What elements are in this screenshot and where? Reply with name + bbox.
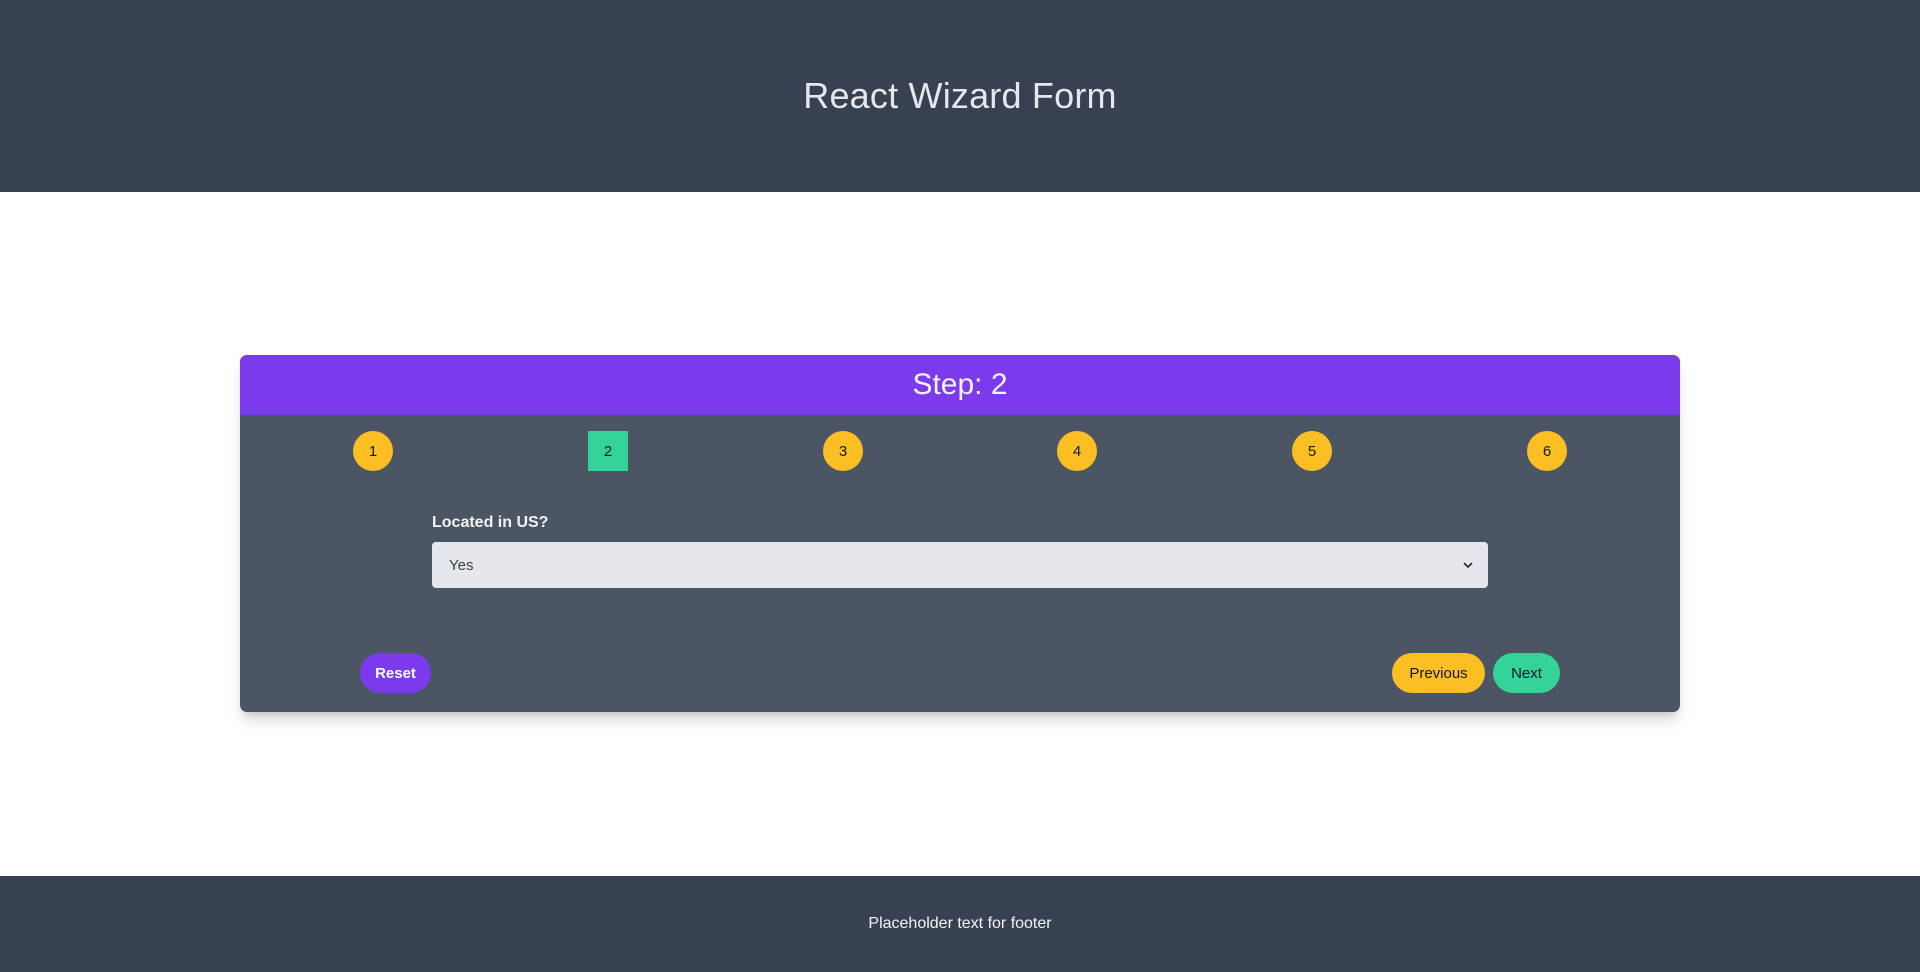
footer-text: Placeholder text for footer <box>868 915 1052 932</box>
step-indicator: 1 2 3 4 5 6 <box>240 415 1680 487</box>
step-6-button[interactable]: 6 <box>1527 431 1567 471</box>
site-footer: Placeholder text for footer <box>0 876 1920 972</box>
step-4-button[interactable]: 4 <box>1057 431 1097 471</box>
main-content: Step: 2 1 2 3 4 5 6 Located in US? Yes R… <box>0 192 1920 876</box>
next-button[interactable]: Next <box>1493 653 1560 693</box>
step-2-button[interactable]: 2 <box>588 431 628 471</box>
page-title: React Wizard Form <box>803 75 1117 116</box>
site-header: React Wizard Form <box>0 0 1920 192</box>
page: React Wizard Form Step: 2 1 2 3 4 5 6 Lo… <box>0 0 1920 972</box>
select-value: Yes <box>449 556 474 574</box>
chevron-down-icon <box>1463 562 1473 568</box>
previous-button[interactable]: Previous <box>1392 653 1485 693</box>
step-3-button[interactable]: 3 <box>823 431 863 471</box>
step-5-button[interactable]: 5 <box>1292 431 1332 471</box>
located-in-us-label: Located in US? <box>432 514 549 531</box>
wizard-card: Step: 2 1 2 3 4 5 6 Located in US? Yes R… <box>240 355 1680 712</box>
step-1-button[interactable]: 1 <box>353 431 393 471</box>
reset-button[interactable]: Reset <box>360 653 431 693</box>
located-in-us-field: Located in US? Yes <box>432 514 1488 588</box>
wizard-header: Step: 2 <box>240 355 1680 415</box>
step-title: Step: 2 <box>912 368 1008 401</box>
located-in-us-select[interactable]: Yes <box>432 542 1488 588</box>
